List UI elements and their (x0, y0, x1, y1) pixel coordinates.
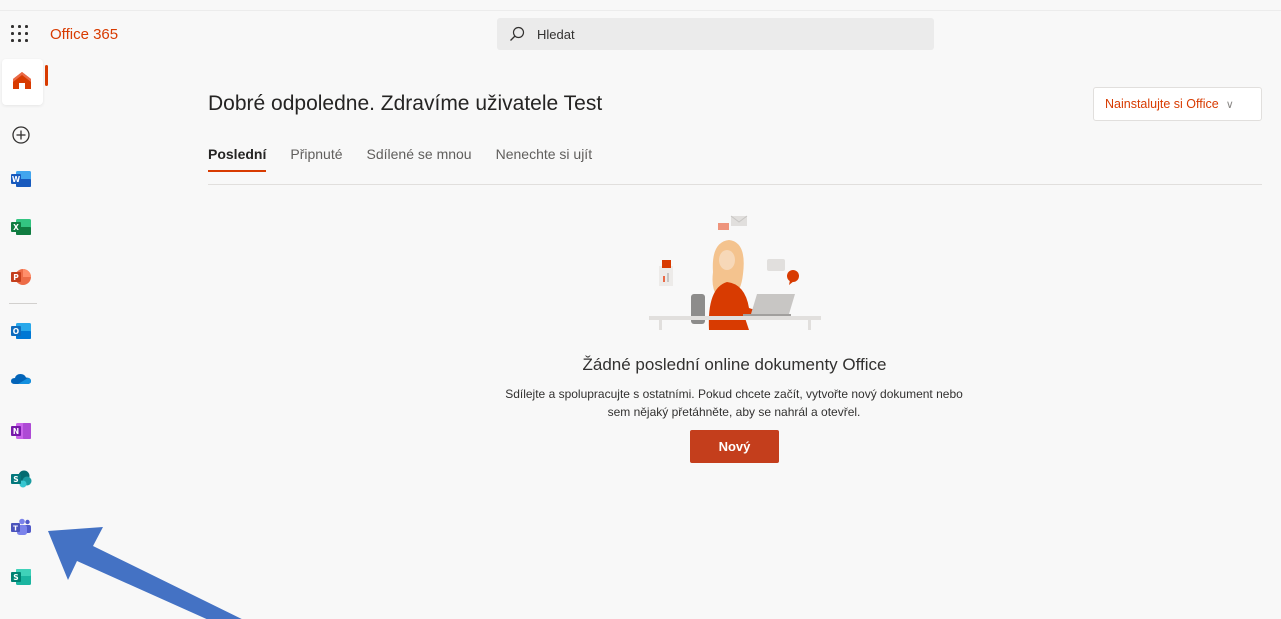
rail-item-onenote[interactable]: N (6, 416, 36, 446)
home-icon (13, 72, 31, 89)
onenote-icon: N (11, 423, 31, 439)
brand-title[interactable]: Office 365 (50, 26, 118, 43)
search-placeholder: Hledat (537, 27, 575, 42)
rail-item-sway[interactable]: S (6, 562, 36, 592)
empty-state-illustration (649, 215, 821, 330)
empty-state-line-2: sem nějaký přetáhněte, aby se nahrál a o… (607, 405, 861, 419)
plus-circle-icon (12, 126, 30, 144)
outlook-icon: O (11, 323, 31, 339)
svg-text:S: S (13, 573, 18, 582)
search-icon (510, 26, 525, 41)
active-indicator (45, 65, 48, 86)
svg-text:N: N (13, 427, 19, 436)
app-rail: W X P O N S T S (0, 58, 50, 619)
page-title: Dobré odpoledne. Zdravíme uživatele Test (208, 92, 603, 115)
rail-item-home[interactable] (2, 59, 43, 105)
app-launcher-icon[interactable] (10, 24, 30, 44)
new-document-button[interactable]: Nový (690, 430, 779, 463)
rail-item-sharepoint[interactable]: S (6, 464, 36, 494)
install-office-label: Nainstalujte si Office (1105, 97, 1219, 111)
tab-pinned[interactable]: Připnuté (290, 146, 342, 172)
install-office-button[interactable]: Nainstalujte si Office ∨ (1093, 87, 1262, 121)
rail-item-teams[interactable]: T (6, 512, 36, 542)
tab-shared[interactable]: Sdílené se mnou (367, 146, 472, 172)
tab-discover[interactable]: Nenechte si ujít (496, 146, 593, 172)
document-tabs: Poslední Připnuté Sdílené se mnou Nenech… (208, 146, 616, 172)
empty-state-line-1: Sdílejte a spolupracujte s ostatními. Po… (505, 387, 963, 401)
tabs-divider (208, 184, 1262, 185)
rail-item-powerpoint[interactable]: P (6, 262, 36, 292)
svg-text:T: T (13, 524, 18, 532)
empty-state-title: Žádné poslední online dokumenty Office (582, 355, 887, 374)
svg-text:X: X (13, 223, 19, 232)
sharepoint-icon: S (11, 470, 32, 488)
rail-item-excel[interactable]: X (6, 212, 36, 242)
powerpoint-icon: P (11, 269, 31, 285)
svg-text:W: W (12, 175, 21, 184)
sway-icon: S (11, 569, 31, 585)
top-bar: Office 365 Hledat (0, 10, 1281, 58)
empty-state-description: Sdílejte a spolupracujte s ostatními. Po… (470, 385, 998, 421)
svg-text:S: S (13, 475, 18, 484)
chevron-down-icon: ∨ (1225, 98, 1234, 111)
rail-item-create[interactable] (6, 120, 36, 150)
annotation-arrow (48, 527, 242, 619)
search-box[interactable]: Hledat (497, 18, 934, 50)
tab-recent[interactable]: Poslední (208, 146, 267, 172)
teams-icon: T (11, 518, 31, 535)
rail-item-word[interactable]: W (6, 164, 36, 194)
svg-text:O: O (13, 327, 19, 336)
svg-text:P: P (13, 273, 19, 282)
excel-icon: X (11, 219, 31, 235)
rail-item-outlook[interactable]: O (6, 316, 36, 346)
word-icon: W (11, 171, 31, 187)
rail-divider (9, 303, 37, 304)
